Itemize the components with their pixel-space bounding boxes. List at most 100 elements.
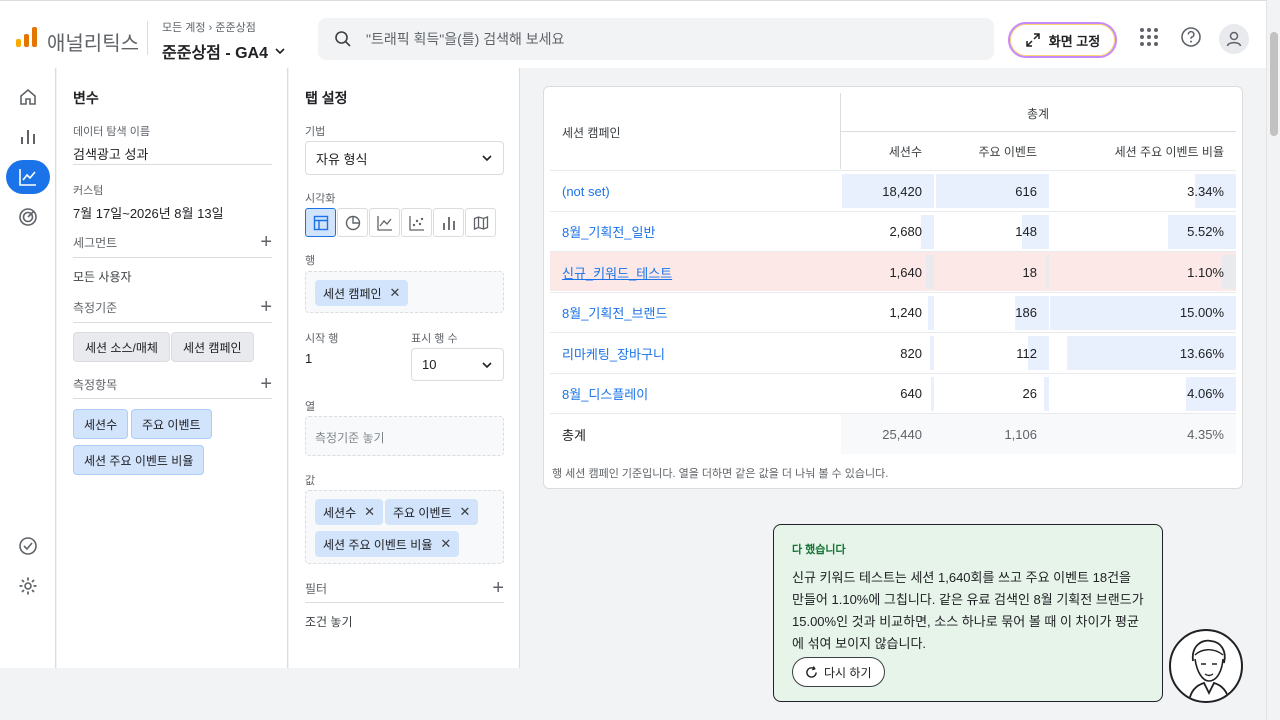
advertising-icon[interactable] [6, 200, 50, 234]
table-row[interactable]: 8월_기획전_브랜드 1,240 186 15.00% [550, 291, 1236, 333]
table-row[interactable]: 신규_키워드_테스트 1,640 18 1.10% [550, 251, 1236, 291]
metric-chip[interactable]: 주요 이벤트 [131, 409, 212, 439]
table-viz-icon[interactable] [305, 208, 336, 237]
sessions-value: 820 [900, 345, 922, 361]
geo-map-viz-icon[interactable] [465, 208, 496, 237]
toast-body: 신규 키워드 테스트는 세션 1,640회를 쓰고 주요 이벤트 18건을 만들… [792, 570, 1144, 651]
campaign-link[interactable]: 리마케팅_장바구니 [562, 333, 665, 373]
campaign-link[interactable]: 신규_키워드_테스트 [562, 252, 672, 292]
campaign-link[interactable]: 8월_디스플레이 [562, 374, 648, 414]
dimensions-header: 측정기준 + [73, 297, 272, 317]
total-rate: 4.35% [1187, 426, 1224, 442]
page-scrollbar[interactable] [1266, 0, 1280, 720]
value-chip[interactable]: 세션수 ✕ [315, 499, 384, 525]
value-chip[interactable]: 주요 이벤트 ✕ [385, 499, 479, 525]
retry-button[interactable]: 다시 하기 [792, 657, 885, 687]
add-dimension-icon[interactable]: + [260, 297, 272, 317]
exploration-name-label: 데이터 탐색 이름 [73, 126, 150, 138]
column-header-rate[interactable]: 세션 주요 이벤트 비율 [1115, 143, 1224, 160]
start-row-input[interactable]: 1 [305, 351, 312, 366]
property-selector[interactable]: 준준상점 - GA4 [162, 39, 286, 63]
rate-value: 3.34% [1187, 183, 1224, 199]
metrics-label: 측정항목 [73, 377, 118, 392]
campaign-link[interactable]: 8월_기획전_브랜드 [562, 293, 667, 333]
campaign-link[interactable]: 8월_기획전_일반 [562, 212, 655, 252]
scrollbar-thumb[interactable] [1270, 32, 1278, 136]
key-events-value: 616 [1015, 183, 1037, 199]
add-metric-icon[interactable]: + [260, 374, 272, 394]
table-row[interactable]: 8월_디스플레이 640 26 4.06% [550, 372, 1236, 414]
assistant-avatar[interactable] [1169, 629, 1243, 703]
values-dropzone[interactable]: 세션수 ✕ 주요 이벤트 ✕ 세션 주요 이벤트 비율 ✕ [305, 490, 504, 564]
remove-chip-icon[interactable]: ✕ [390, 285, 401, 301]
account-avatar-icon[interactable] [1219, 24, 1249, 54]
insight-toast: 다 했습니다 신규 키워드 테스트는 세션 1,640회를 쓰고 주요 이벤트 … [773, 524, 1163, 702]
remove-chip-icon[interactable]: ✕ [460, 504, 471, 520]
remove-chip-icon[interactable]: ✕ [364, 504, 375, 520]
remove-chip-icon[interactable]: ✕ [440, 536, 451, 552]
check-circle-icon[interactable] [6, 529, 50, 563]
breadcrumb-account[interactable]: 준준상점 [215, 22, 255, 34]
exploration-name-input[interactable]: 검색광고 성과 [73, 144, 148, 163]
analytics-logo-icon[interactable] [16, 27, 37, 47]
filters-placeholder[interactable]: 조건 놓기 [305, 613, 353, 630]
table-row[interactable]: (not set) 18,420 616 3.34% [550, 170, 1236, 210]
key-events-value: 148 [1015, 224, 1037, 239]
dimension-header[interactable]: 세션 캠페인 [562, 124, 621, 141]
table-row[interactable]: 리마케팅_장바구니 820 112 13.66% [550, 332, 1236, 372]
rate-value: 4.06% [1187, 386, 1224, 401]
help-icon[interactable] [1179, 25, 1203, 49]
line-chart-viz-icon[interactable] [369, 208, 400, 237]
column-header-sessions[interactable]: 세션수 [889, 143, 922, 160]
value-chip-label: 세션수 [323, 505, 357, 520]
sessions-value: 640 [900, 386, 922, 401]
table-row[interactable]: 8월_기획전_일반 2,680 148 5.52% [550, 210, 1236, 252]
assistant-avatar-icon [1188, 639, 1230, 701]
rate-value: 5.52% [1187, 224, 1224, 239]
segment-item[interactable]: 모든 사용자 [73, 268, 132, 285]
add-segment-icon[interactable]: + [260, 232, 272, 252]
dimension-chip[interactable]: 세션 소스/매체 [73, 332, 170, 362]
gear-icon[interactable] [6, 569, 50, 603]
explore-icon[interactable] [6, 160, 50, 194]
dimension-chip[interactable]: 세션 캠페인 [171, 332, 254, 362]
scatter-plot-viz-icon[interactable] [401, 208, 432, 237]
column-header-key-events[interactable]: 주요 이벤트 [978, 143, 1037, 160]
bar-chart-viz-icon[interactable] [433, 208, 464, 237]
filters-label: 필터 [305, 581, 328, 596]
rows-dropzone[interactable]: 세션 캠페인 ✕ [305, 271, 504, 313]
app-name[interactable]: 애널리틱스 [47, 27, 139, 56]
metric-chip[interactable]: 세션 주요 이벤트 비율 [73, 445, 205, 475]
campaign-link[interactable]: (not set) [562, 171, 610, 211]
date-range-value[interactable]: 7월 17일~2026년 8월 13일 [73, 203, 224, 222]
sessions-value: 2,680 [889, 224, 922, 239]
row-chip[interactable]: 세션 캠페인 ✕ [315, 280, 409, 306]
show-rows-label: 표시 행 수 [411, 333, 458, 345]
show-rows-value: 10 [422, 357, 437, 372]
metric-chip[interactable]: 세션수 [73, 409, 129, 439]
start-row-label: 시작 행 [305, 333, 339, 345]
donut-chart-viz-icon[interactable] [337, 208, 368, 237]
breadcrumb-root[interactable]: 모든 계정 [162, 22, 206, 34]
rate-value: 15.00% [1179, 305, 1224, 320]
group-header: 총계 [1027, 107, 1050, 121]
columns-dropzone[interactable]: 측정기준 놓기 [305, 416, 504, 456]
refresh-icon [806, 665, 817, 678]
search-icon [335, 31, 351, 47]
search-bar[interactable]: "트래픽 획득"을(를) 검색해 보세요 [318, 18, 994, 60]
show-rows-select[interactable]: 10 [411, 348, 504, 381]
technique-select[interactable]: 자유 형식 [305, 141, 504, 175]
add-filter-icon[interactable]: + [492, 578, 504, 598]
dimensions-label: 측정기준 [73, 300, 118, 315]
reports-icon[interactable] [6, 120, 50, 154]
value-chip[interactable]: 세션 주요 이벤트 비율 ✕ [315, 531, 460, 557]
pin-screen-button[interactable]: 화면 고정 [1008, 22, 1117, 58]
sessions-bar [929, 336, 934, 370]
home-icon[interactable] [6, 80, 50, 114]
breadcrumb[interactable]: 모든 계정 › 준준상점 [162, 19, 256, 35]
apps-grid-icon[interactable] [1137, 25, 1161, 49]
top-bar: 애널리틱스 모든 계정 › 준준상점 준준상점 - GA4 "트래픽 획득"을(… [0, 0, 1266, 68]
chevron-down-icon [275, 48, 285, 55]
property-name: 준준상점 - GA4 [162, 45, 268, 62]
value-chip-label: 세션 주요 이벤트 비율 [323, 537, 433, 552]
